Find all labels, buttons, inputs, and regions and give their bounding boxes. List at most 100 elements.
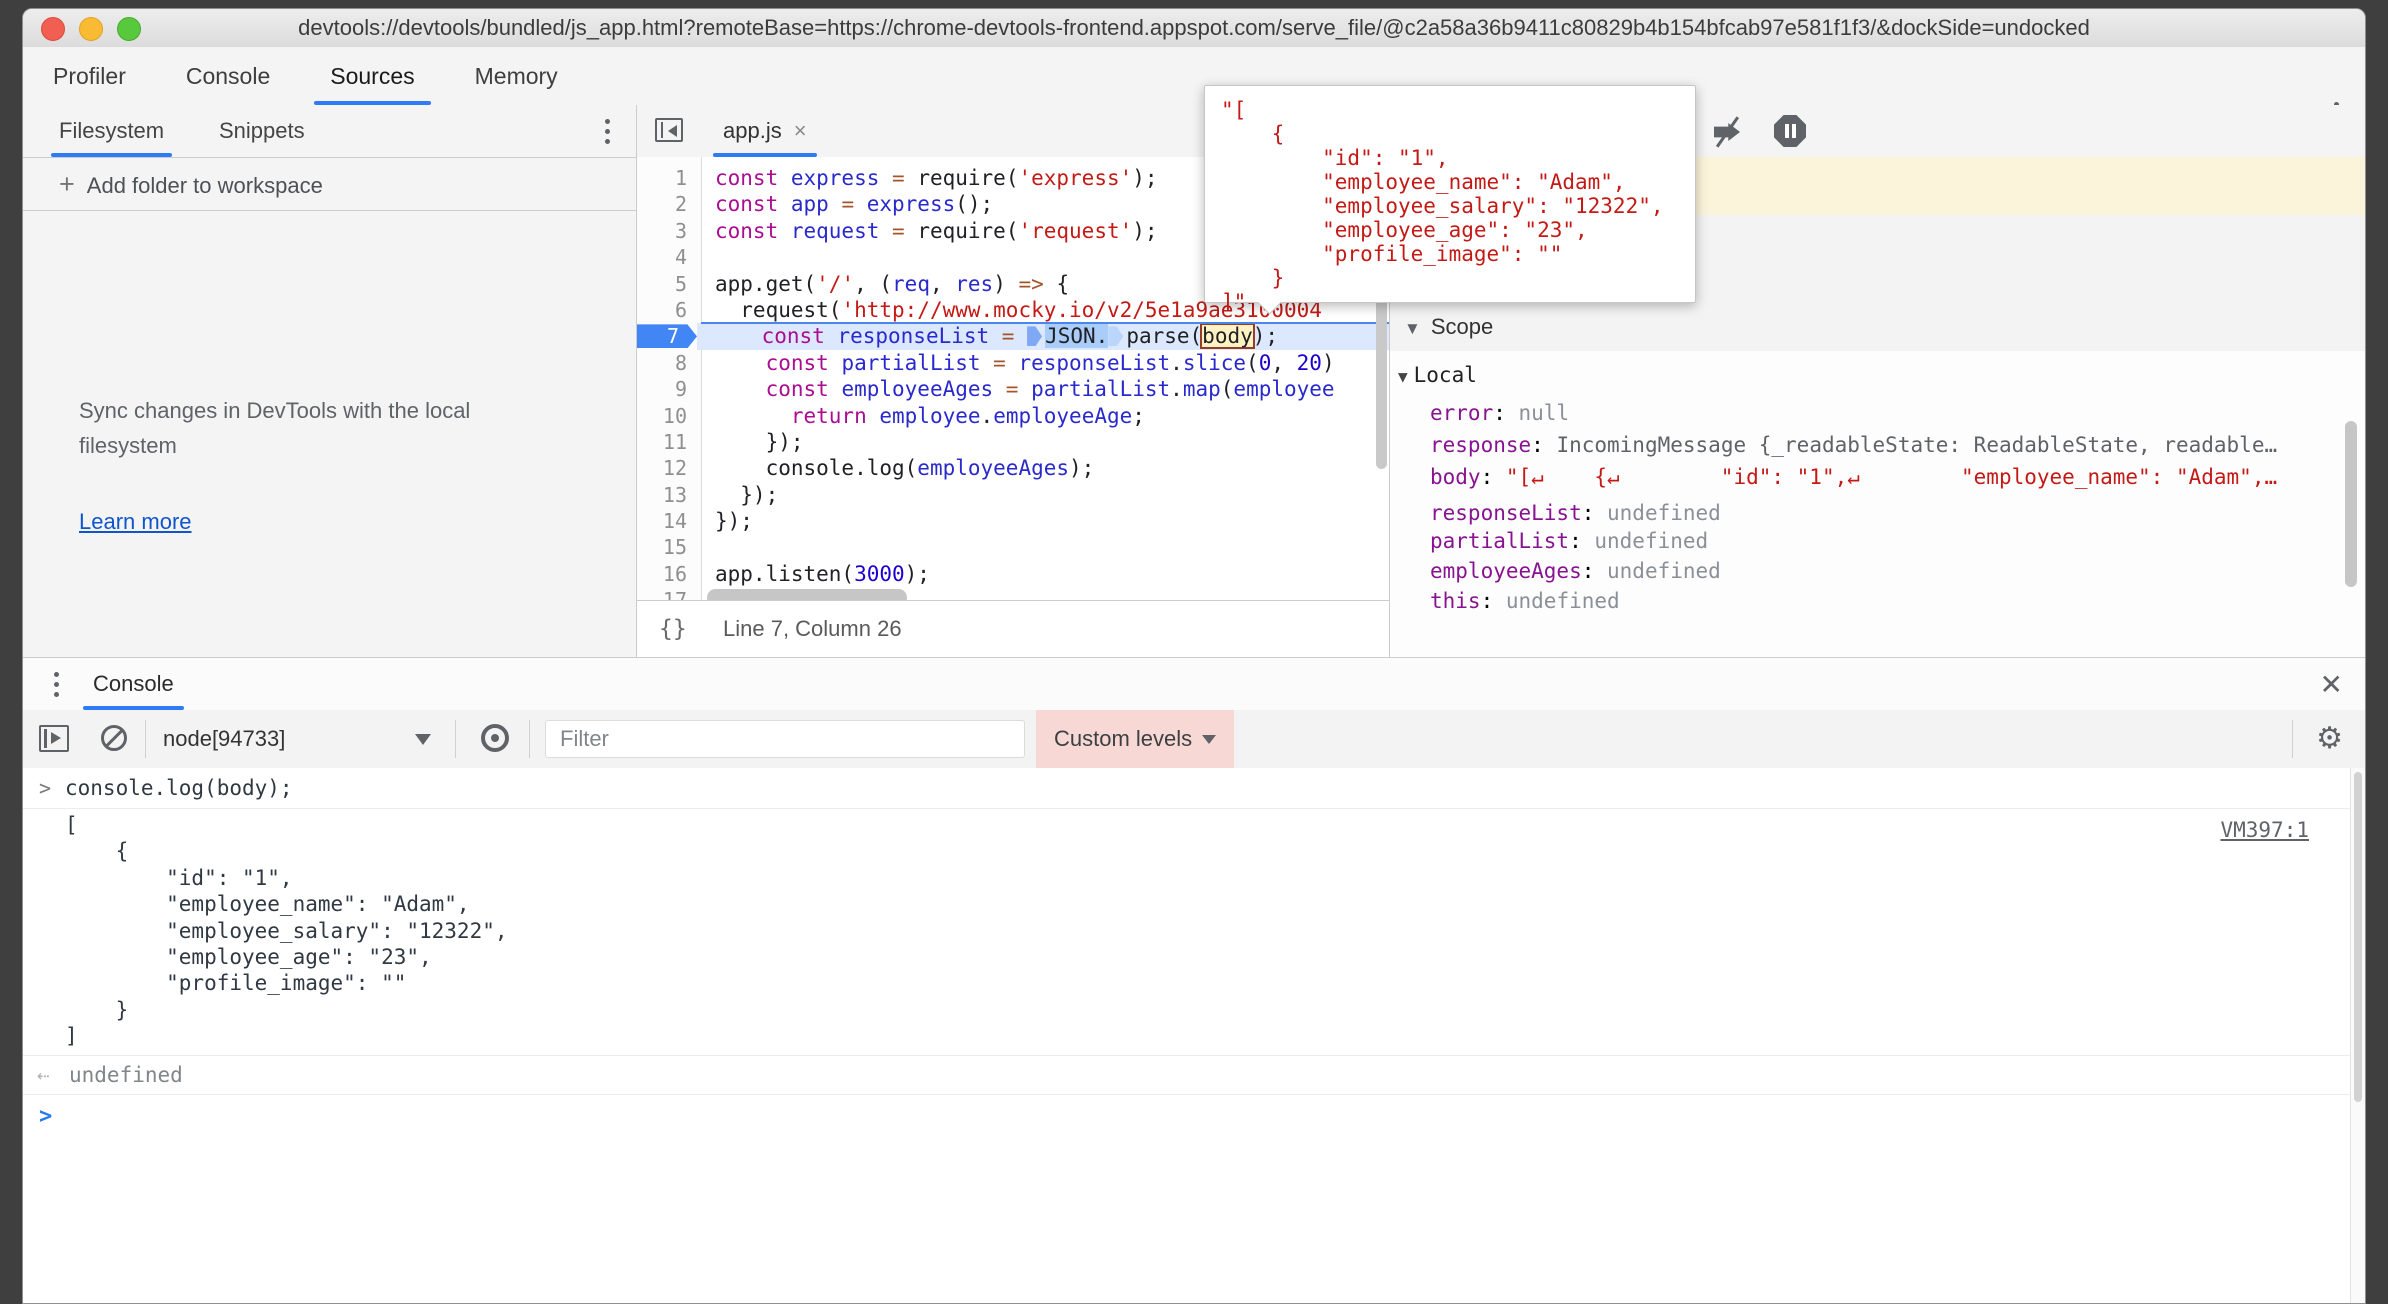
variable-name: body xyxy=(1430,465,1481,489)
breakpoint-badge[interactable]: 7 xyxy=(637,324,697,348)
line-number[interactable]: 1 xyxy=(637,165,701,191)
scope-variable-row[interactable]: error: null xyxy=(1430,401,2361,425)
variable-name: responseList xyxy=(1430,501,1582,525)
code-line: 12 console.log(employeeAges); xyxy=(637,455,1389,481)
console-log-output: [ { "id": "1", "employee_name": "Adam", … xyxy=(65,812,508,1050)
tab-snippets[interactable]: Snippets xyxy=(219,105,305,157)
line-number[interactable]: 6 xyxy=(637,297,701,323)
variable-value: IncomingMessage {_readableState: Readabl… xyxy=(1556,433,2277,457)
scope-local-header[interactable]: ▼Local xyxy=(1398,363,1477,387)
code-line-paused: 7 const responseList = JSON.parse(body); xyxy=(637,323,1389,349)
code-text: }); xyxy=(701,482,1389,508)
variable-value: undefined xyxy=(1594,529,1708,553)
code-text: return employee.employeeAge; xyxy=(701,403,1389,429)
sidebar-scrollbar[interactable] xyxy=(2345,421,2357,587)
scope-variable-row[interactable]: responseList: undefined xyxy=(1430,501,2361,525)
line-number[interactable]: 14 xyxy=(637,508,701,534)
clear-console-icon[interactable] xyxy=(101,725,127,751)
line-number[interactable]: 10 xyxy=(637,403,701,429)
step-marker-icon[interactable] xyxy=(1108,326,1123,346)
chevron-down-icon: ▼ xyxy=(1398,367,1408,386)
console-scrollbar-thumb[interactable] xyxy=(2354,772,2362,1102)
toolbar-divider xyxy=(455,720,456,758)
console-drawer: Console ✕ node[94733] Custom levels ⚙ > … xyxy=(23,657,2365,1303)
evaluated-token[interactable]: body xyxy=(1200,323,1255,349)
pause-on-exceptions-icon[interactable] xyxy=(1774,115,1806,147)
tab-console-drawer[interactable]: Console xyxy=(93,658,174,710)
console-output[interactable]: > console.log(body); [ { "id": "1", "emp… xyxy=(23,768,2365,1303)
chevron-down-icon: ▼ xyxy=(1404,319,1421,338)
tab-console[interactable]: Console xyxy=(156,47,300,105)
code-text xyxy=(701,534,1389,560)
line-number[interactable]: 13 xyxy=(637,482,701,508)
scope-variable-row[interactable]: body: "[↵ {↵ "id": "1",↵ "employee_name"… xyxy=(1430,465,2361,489)
toolbar-divider xyxy=(529,720,530,758)
line-number[interactable]: 15 xyxy=(637,534,701,560)
console-sidebar-icon[interactable] xyxy=(39,725,69,752)
window-titlebar: devtools://devtools/bundled/js_app.html?… xyxy=(23,9,2365,48)
line-number[interactable]: 16 xyxy=(637,561,701,587)
scope-variable-row[interactable]: ▶response: IncomingMessage {_readableSta… xyxy=(1430,433,2361,457)
code-line: 16app.listen(3000); xyxy=(637,561,1389,587)
variable-name: employeeAges xyxy=(1430,559,1582,583)
tab-filesystem[interactable]: Filesystem xyxy=(59,105,164,157)
scope-title: Scope xyxy=(1431,314,1493,339)
returned-value-row: ⇠ undefined xyxy=(23,1055,2365,1095)
step-marker-icon[interactable] xyxy=(1027,326,1042,346)
toggle-navigator-icon[interactable] xyxy=(655,118,683,142)
line-number[interactable]: 8 xyxy=(637,350,701,376)
variable-name: partialList xyxy=(1430,529,1569,553)
code-text: }); xyxy=(701,508,1389,534)
code-line: 13 }); xyxy=(637,482,1389,508)
close-drawer-icon[interactable]: ✕ xyxy=(2320,668,2343,701)
variable-value: "[↵ {↵ "id": "1",↵ "employee_name": "Ada… xyxy=(1506,465,2277,489)
input-chevron-icon: > xyxy=(39,768,51,808)
code-text: const responseList = JSON.parse(body); xyxy=(697,323,1389,349)
console-scrollbar-track[interactable] xyxy=(2350,768,2365,1303)
log-levels-label: Custom levels xyxy=(1054,726,1192,751)
line-number[interactable]: 4 xyxy=(637,244,701,270)
add-folder-button[interactable]: +Add folder to workspace xyxy=(23,157,636,211)
tab-profiler[interactable]: Profiler xyxy=(23,47,156,105)
log-levels-dropdown[interactable]: Custom levels xyxy=(1036,710,1234,768)
console-more-options-icon[interactable] xyxy=(41,667,71,701)
line-number[interactable]: 3 xyxy=(637,218,701,244)
code-text: const employeeAges = partialList.map(emp… xyxy=(701,376,1389,402)
execution-context-selector[interactable]: node[94733] xyxy=(163,710,285,768)
scope-variable-row[interactable]: partialList: undefined xyxy=(1430,529,2361,553)
live-expression-icon[interactable] xyxy=(481,724,509,752)
return-arrow-icon: ⇠ xyxy=(37,1056,50,1094)
chevron-down-icon[interactable] xyxy=(415,734,431,745)
line-number[interactable]: 17 xyxy=(637,587,701,601)
line-number[interactable]: 9 xyxy=(637,376,701,402)
filter-input[interactable] xyxy=(545,720,1025,758)
close-tab-icon[interactable]: × xyxy=(794,118,807,143)
tab-memory[interactable]: Memory xyxy=(445,47,588,105)
variable-name: error xyxy=(1430,401,1493,425)
editor-tab-label: app.js xyxy=(723,118,782,143)
variable-value: undefined xyxy=(1607,559,1721,583)
navigator-pane: Filesystem Snippets +Add folder to works… xyxy=(23,105,637,657)
line-number[interactable]: 5 xyxy=(637,271,701,297)
scope-variable-row[interactable]: employeeAges: undefined xyxy=(1430,559,2361,583)
line-number[interactable]: 12 xyxy=(637,455,701,481)
tab-sources[interactable]: Sources xyxy=(300,47,444,105)
learn-more-link[interactable]: Learn more xyxy=(79,509,192,535)
code-text: const partialList = responseList.slice(0… xyxy=(701,350,1389,376)
scope-pane: ▼Local error: null ▶response: IncomingMes… xyxy=(1390,351,2365,657)
console-settings-gear-icon[interactable]: ⚙ xyxy=(2316,710,2343,768)
line-number[interactable]: 2 xyxy=(637,191,701,217)
deactivate-breakpoints-icon[interactable] xyxy=(1712,119,1746,145)
line-number[interactable]: 11 xyxy=(637,429,701,455)
editor-tab-appjs[interactable]: app.js × xyxy=(707,105,823,157)
pretty-print-icon[interactable]: {} xyxy=(659,601,687,657)
close-window-button[interactable] xyxy=(41,17,65,41)
sync-description: Sync changes in DevTools with the local … xyxy=(79,393,519,463)
scope-variable-row[interactable]: this: undefined xyxy=(1430,589,2361,613)
code-text: app.listen(3000); xyxy=(701,561,1389,587)
variable-name: response xyxy=(1430,433,1531,457)
navigator-more-options-icon[interactable] xyxy=(592,114,622,148)
minimize-window-button[interactable] xyxy=(79,17,103,41)
source-location-link[interactable]: VM397:1 xyxy=(2220,818,2309,842)
console-prompt-chevron[interactable]: > xyxy=(39,1104,52,1129)
